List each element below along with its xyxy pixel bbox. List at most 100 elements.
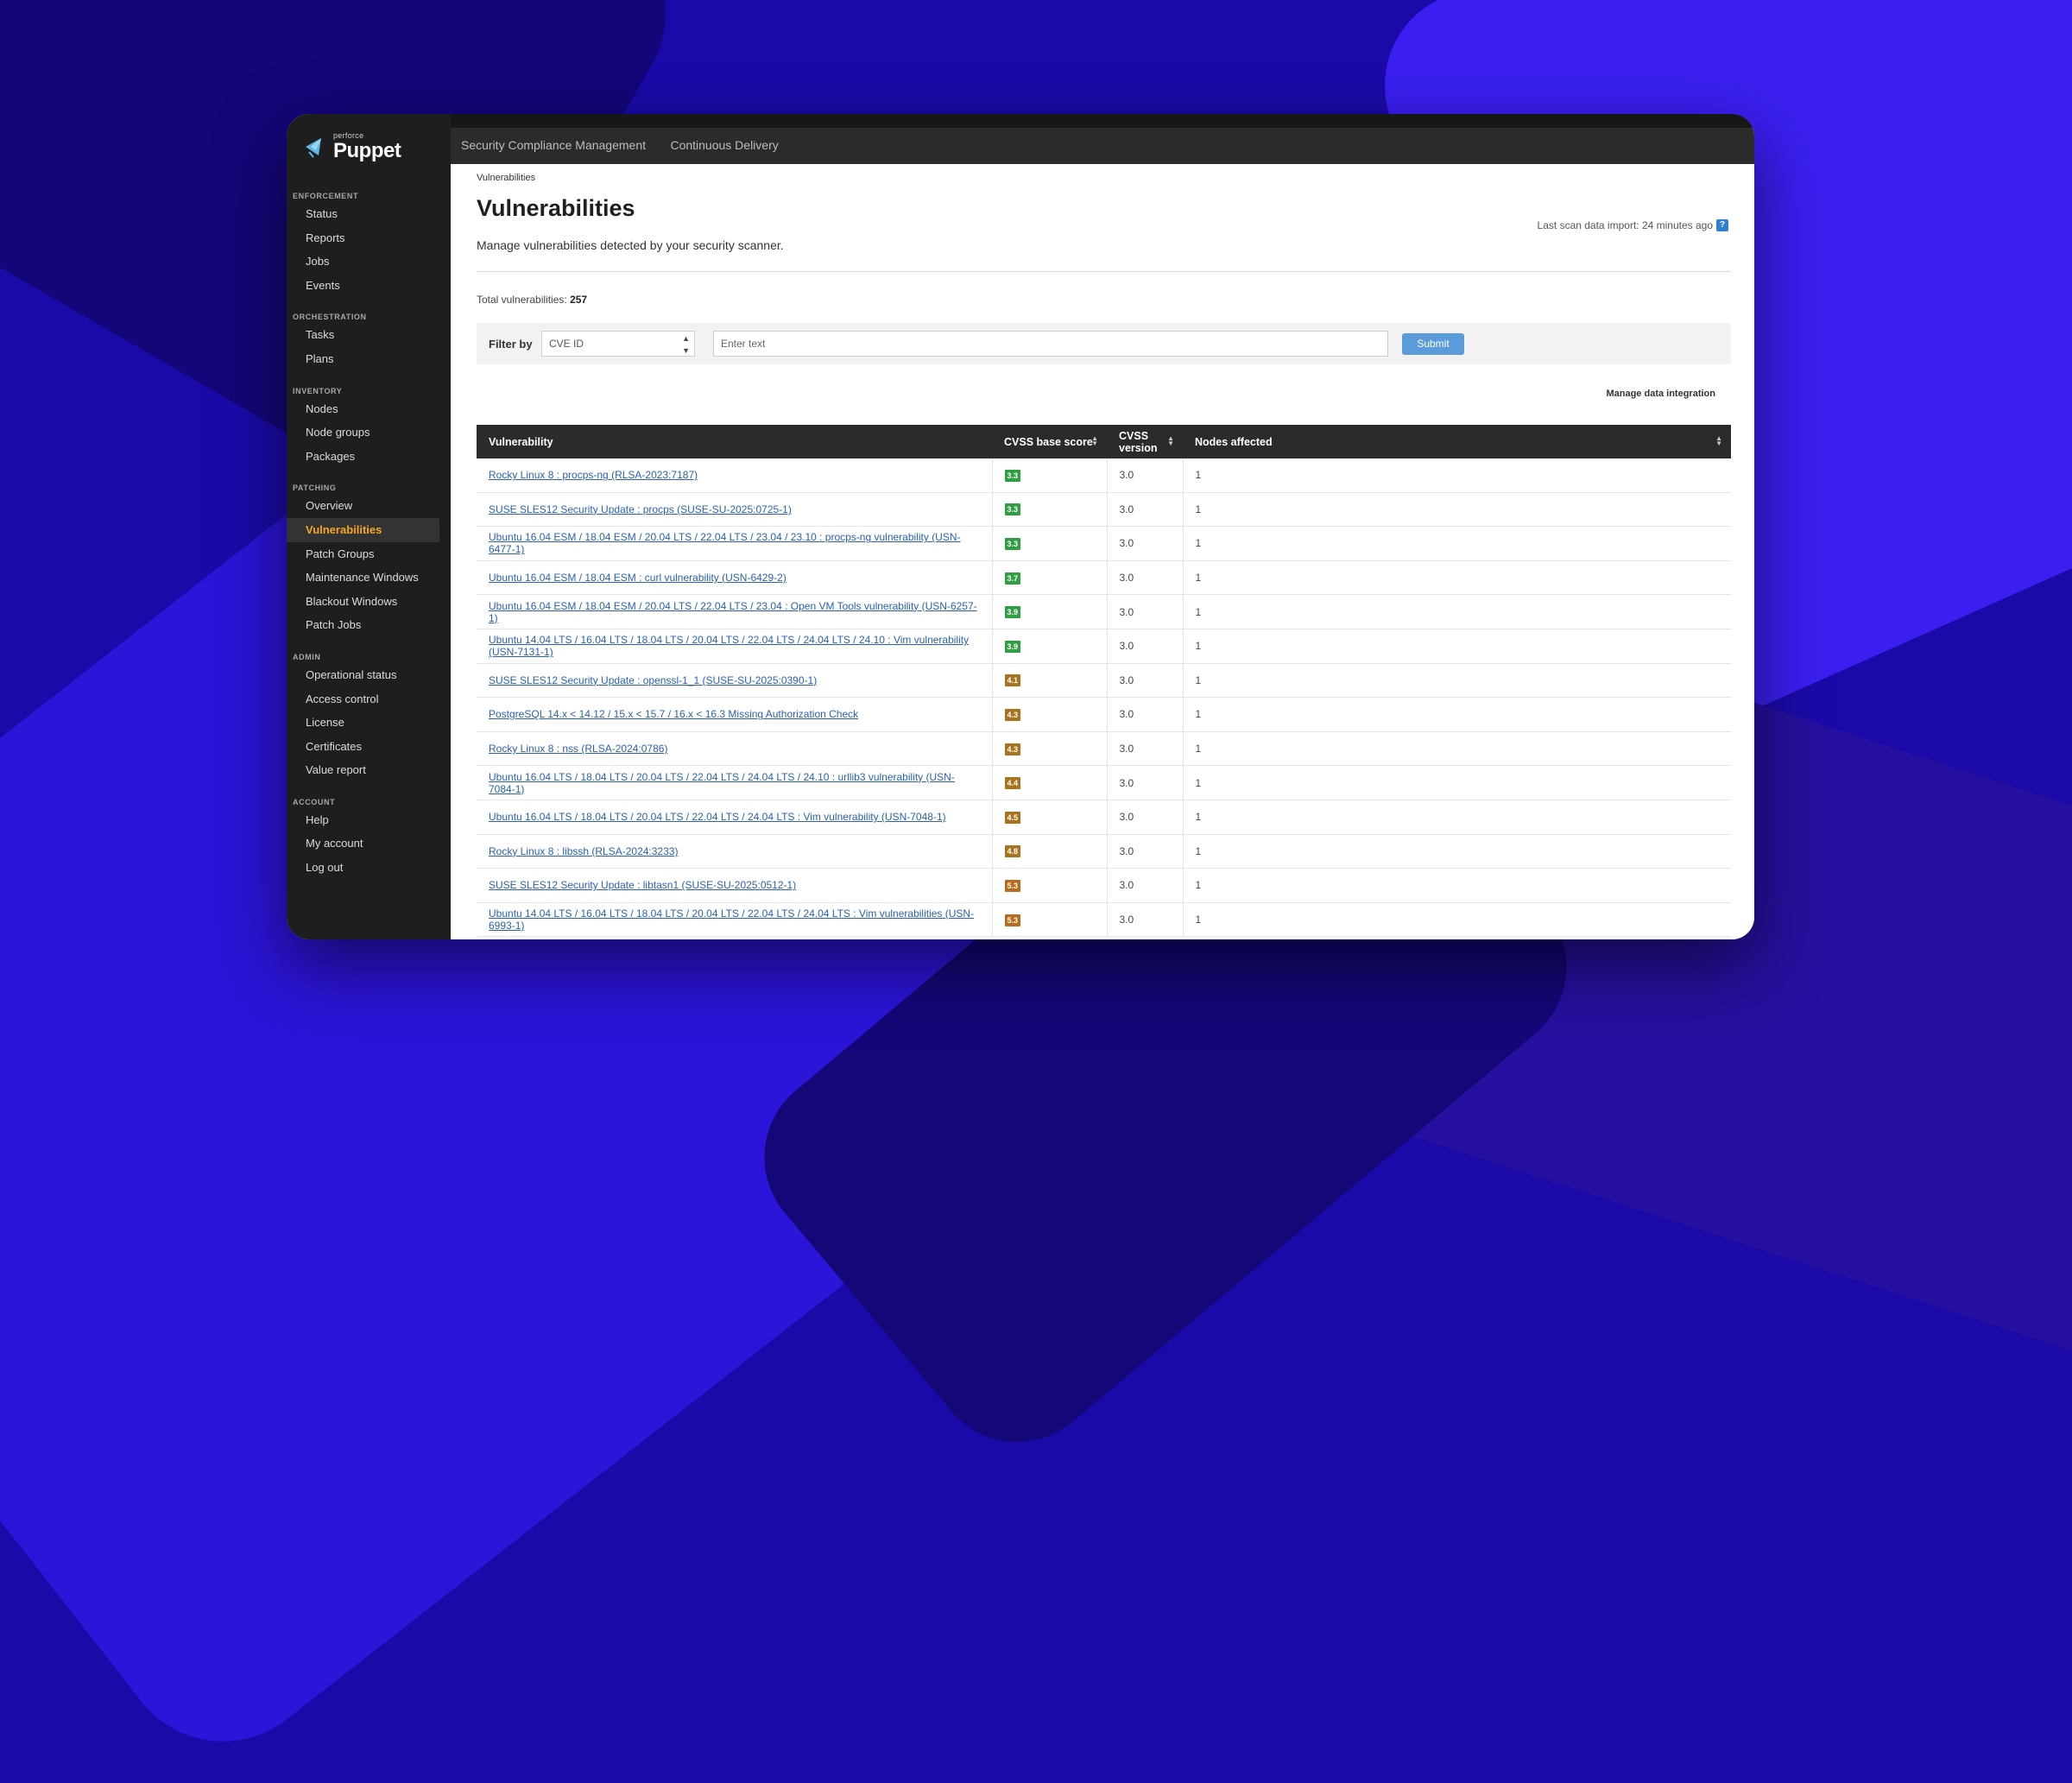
sort-icon[interactable]: ▲ ▼ — [1167, 435, 1174, 447]
main-content: Vulnerabilities Vulnerabilities Manage v… — [451, 164, 1754, 939]
vulnerability-link[interactable]: Rocky Linux 8 : procps-ng (RLSA-2023:718… — [489, 469, 698, 481]
header-cvss-version[interactable]: CVSS version ▲ ▼ — [1107, 425, 1183, 458]
sidebar-item-jobs[interactable]: Jobs — [287, 250, 439, 274]
sidebar-item-patch-jobs[interactable]: Patch Jobs — [287, 613, 439, 637]
sidebar-item-operational-status[interactable]: Operational status — [287, 663, 439, 687]
sidebar-item-maintenance-windows[interactable]: Maintenance Windows — [287, 566, 439, 590]
sidebar-item-status[interactable]: Status — [287, 202, 439, 226]
table-row: SUSE SLES12 Security Update : libtasn1 (… — [477, 868, 1731, 903]
sidebar-item-reports[interactable]: Reports — [287, 226, 439, 250]
vulnerability-link[interactable]: Ubuntu 16.04 LTS / 18.04 LTS / 20.04 LTS… — [489, 811, 946, 823]
sidebar-item-plans[interactable]: Plans — [287, 347, 439, 371]
cvss-score-cell: 3.7 — [992, 560, 1108, 596]
vulnerability-link[interactable]: Rocky Linux 8 : nss (RLSA-2024:0786) — [489, 743, 667, 755]
header-cvss-base-score[interactable]: CVSS base score ▲ ▼ — [992, 425, 1107, 458]
sidebar-item-vulnerabilities[interactable]: Vulnerabilities — [287, 517, 439, 542]
vulnerability-link[interactable]: SUSE SLES12 Security Update : procps (SU… — [489, 503, 792, 515]
cvss-score-badge: 3.9 — [1004, 606, 1021, 619]
vulnerability-link[interactable]: Ubuntu 14.04 LTS / 16.04 LTS / 18.04 LTS… — [489, 907, 974, 932]
tab-continuous-delivery[interactable]: Continuous Delivery — [670, 128, 778, 162]
sidebar-item-events[interactable]: Events — [287, 274, 439, 298]
vulnerability-link[interactable]: Ubuntu 16.04 ESM / 18.04 ESM / 20.04 LTS… — [489, 531, 961, 555]
cvss-version-cell: 3.0 — [1107, 697, 1184, 732]
sidebar-item-license[interactable]: License — [287, 711, 439, 735]
table-row: Rocky Linux 8 : nss (RLSA-2024:0786) 4.3 3… — [477, 731, 1731, 767]
vulnerability-link[interactable]: PostgreSQL 14.x < 14.12 / 15.x < 15.7 / … — [489, 708, 858, 720]
table-row: Ubuntu 16.04 ESM / 18.04 ESM / 20.04 LTS… — [477, 594, 1731, 629]
vulnerability-link[interactable]: SUSE SLES12 Security Update : libtasn1 (… — [489, 879, 796, 891]
help-icon[interactable]: ? — [1716, 219, 1728, 231]
header-nodes-affected[interactable]: Nodes affected ▲ ▼ — [1183, 425, 1731, 458]
filter-bar: Filter by CVE ID ▲▼ Submit — [477, 323, 1731, 364]
submit-button[interactable]: Submit — [1402, 333, 1464, 355]
cvss-version-cell: 3.0 — [1107, 731, 1184, 767]
sort-icon[interactable]: ▲ ▼ — [1091, 435, 1098, 447]
header-vulnerability[interactable]: Vulnerability — [477, 425, 992, 458]
vulnerability-link[interactable]: Ubuntu 16.04 ESM / 18.04 ESM / 20.04 LTS… — [489, 600, 977, 624]
vulnerability-link[interactable]: SUSE SLES12 Security Update : openssl-1_… — [489, 674, 817, 686]
sidebar-item-my-account[interactable]: My account — [287, 831, 439, 856]
cvss-version-cell: 3.0 — [1107, 868, 1184, 903]
sidebar-item-packages[interactable]: Packages — [287, 445, 439, 469]
nav-section-title: ORCHESTRATION — [293, 313, 367, 322]
nodes-affected-cell: 1 — [1183, 800, 1731, 835]
vulnerabilities-table: Vulnerability CVSS base score ▲ ▼ CVSS ver… — [477, 425, 1731, 938]
sort-icon[interactable]: ▲ ▼ — [1715, 435, 1722, 447]
cvss-score-badge: 3.9 — [1004, 640, 1021, 653]
sidebar-item-patch-groups[interactable]: Patch Groups — [287, 542, 439, 566]
vulnerability-link[interactable]: Ubuntu 16.04 LTS / 18.04 LTS / 20.04 LTS… — [489, 771, 955, 795]
last-scan-info: Last scan data import: 24 minutes ago ? — [1538, 219, 1728, 231]
nodes-affected-cell: 1 — [1183, 834, 1731, 869]
vulnerability-cell: Ubuntu 16.04 ESM / 18.04 ESM / 20.04 LTS… — [477, 594, 993, 629]
sidebar-item-help[interactable]: Help — [287, 808, 439, 832]
vulnerability-cell: Rocky Linux 8 : procps-ng (RLSA-2023:718… — [477, 458, 993, 493]
nodes-affected-cell: 1 — [1183, 594, 1731, 629]
vulnerability-cell: Ubuntu 16.04 ESM / 18.04 ESM / 20.04 LTS… — [477, 526, 993, 561]
vulnerability-link[interactable]: Ubuntu 14.04 LTS / 16.04 LTS / 18.04 LTS… — [489, 634, 969, 658]
sidebar-item-blackout-windows[interactable]: Blackout Windows — [287, 590, 439, 614]
tab-security-compliance-management[interactable]: Security Compliance Management — [461, 128, 646, 162]
filter-label: Filter by — [489, 338, 533, 351]
cvss-score-badge: 3.7 — [1004, 572, 1021, 585]
vulnerability-cell: SUSE SLES12 Security Update : procps (SU… — [477, 492, 993, 528]
filter-type-select[interactable]: CVE ID ▲ ▼ — [541, 331, 695, 357]
sidebar-item-tasks[interactable]: Tasks — [287, 323, 439, 347]
breadcrumb[interactable]: Vulnerabilities — [477, 173, 535, 183]
vulnerability-link[interactable]: Ubuntu 16.04 ESM / 18.04 ESM : curl vuln… — [489, 572, 786, 584]
cvss-version-cell: 3.0 — [1107, 629, 1184, 664]
table-row: Rocky Linux 8 : procps-ng (RLSA-2023:718… — [477, 458, 1731, 493]
sidebar-item-value-report[interactable]: Value report — [287, 758, 439, 782]
cvss-score-badge: 4.4 — [1004, 777, 1021, 790]
nodes-affected-cell: 1 — [1183, 629, 1731, 664]
manage-data-integration-link[interactable]: Manage data integration — [1606, 389, 1715, 399]
vulnerability-link[interactable]: Rocky Linux 8 : libssh (RLSA-2024:3233) — [489, 845, 678, 857]
sidebar-nav: ENFORCEMENT Status Reports Jobs Events ORCHES… — [287, 183, 451, 880]
sidebar-item-certificates[interactable]: Certificates — [287, 735, 439, 759]
puppet-logo[interactable]: perforce Puppet — [304, 130, 401, 164]
cvss-score-cell: 4.8 — [992, 834, 1108, 869]
header-label: Vulnerability — [489, 435, 553, 448]
sidebar-item-access-control[interactable]: Access control — [287, 687, 439, 711]
vulnerability-cell: Ubuntu 14.04 LTS / 16.04 LTS / 18.04 LTS… — [477, 902, 993, 938]
sidebar-item-overview[interactable]: Overview — [287, 494, 439, 518]
filter-text-input[interactable] — [713, 331, 1388, 357]
table-row: Ubuntu 14.04 LTS / 16.04 LTS / 18.04 LTS… — [477, 629, 1731, 664]
filter-type-value: CVE ID — [549, 338, 584, 350]
sidebar-item-log-out[interactable]: Log out — [287, 856, 439, 880]
nav-section-title: ADMIN — [293, 652, 321, 661]
cvss-version-cell: 3.0 — [1107, 765, 1184, 800]
table-row: SUSE SLES12 Security Update : openssl-1_… — [477, 663, 1731, 699]
cvss-score-badge: 4.3 — [1004, 743, 1021, 756]
nodes-affected-cell: 1 — [1183, 765, 1731, 800]
sidebar-item-node-groups[interactable]: Node groups — [287, 420, 439, 445]
sidebar-item-nodes[interactable]: Nodes — [287, 397, 439, 421]
cvss-score-badge: 5.3 — [1004, 914, 1021, 926]
cvss-score-cell: 4.5 — [992, 800, 1108, 835]
cvss-version-cell: 3.0 — [1107, 663, 1184, 699]
total-vulnerabilities: Total vulnerabilities: 257 — [477, 294, 587, 306]
cvss-score-badge: 4.5 — [1004, 811, 1021, 824]
cvss-version-cell: 3.0 — [1107, 560, 1184, 596]
topbar: Security Compliance Management Continuou… — [451, 114, 1754, 164]
vulnerability-cell: PostgreSQL 14.x < 14.12 / 15.x < 15.7 / … — [477, 697, 993, 732]
nav-section-title: ENFORCEMENT — [293, 192, 359, 200]
